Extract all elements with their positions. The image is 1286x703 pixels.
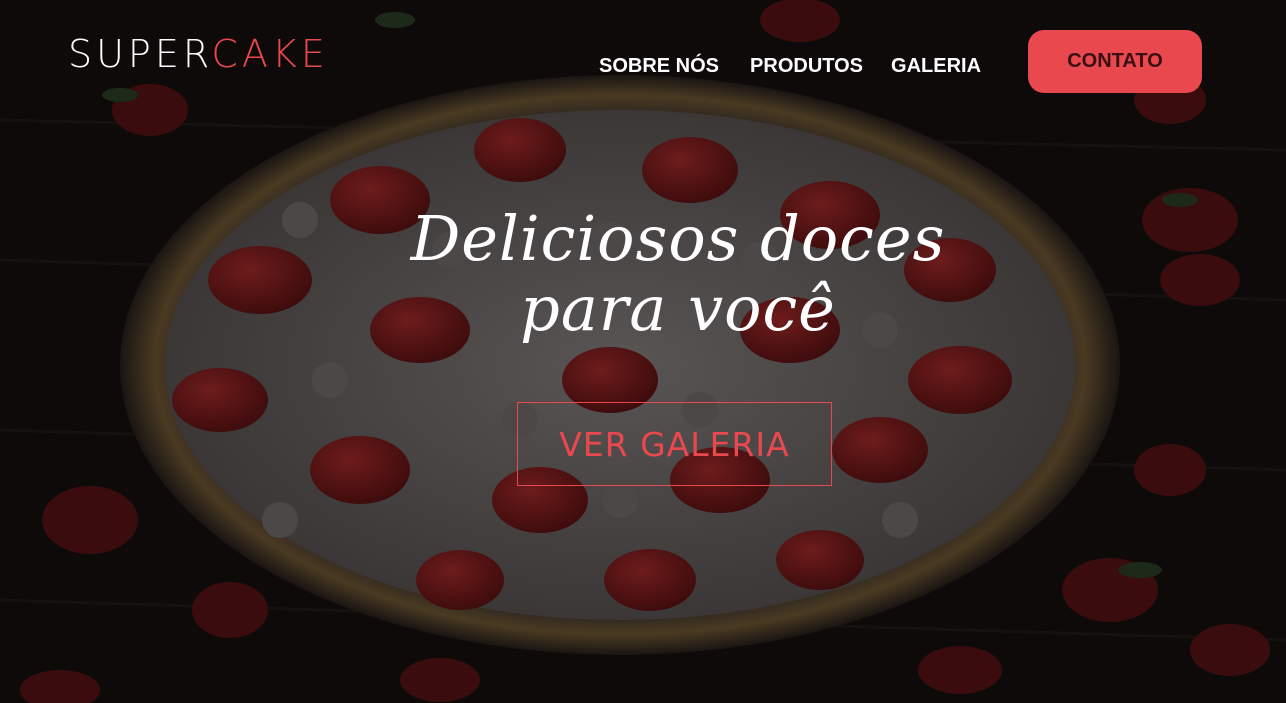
hero-headline-line1: Deliciosos doces (410, 202, 946, 275)
brand-logo[interactable]: SUPERCAKE (68, 30, 329, 78)
nav-link-sobre-nos[interactable]: SOBRE NÓS (599, 53, 719, 79)
hero-headline: Deliciosos doces para você (343, 204, 1013, 344)
contact-button[interactable]: CONTATO (1028, 30, 1202, 93)
view-gallery-button[interactable]: VER GALERIA (517, 402, 832, 486)
logo-text-super: SUPER (68, 32, 212, 76)
main-nav: SOBRE NÓS PRODUTOS GALERIA (599, 53, 981, 79)
nav-link-produtos[interactable]: PRODUTOS (750, 53, 863, 79)
logo-text-cake: CAKE (211, 32, 329, 76)
site-header: SUPERCAKE SOBRE NÓS PRODUTOS GALERIA CON… (0, 0, 1286, 120)
nav-link-galeria[interactable]: GALERIA (891, 53, 981, 79)
hero-headline-line2: para você (520, 272, 836, 345)
